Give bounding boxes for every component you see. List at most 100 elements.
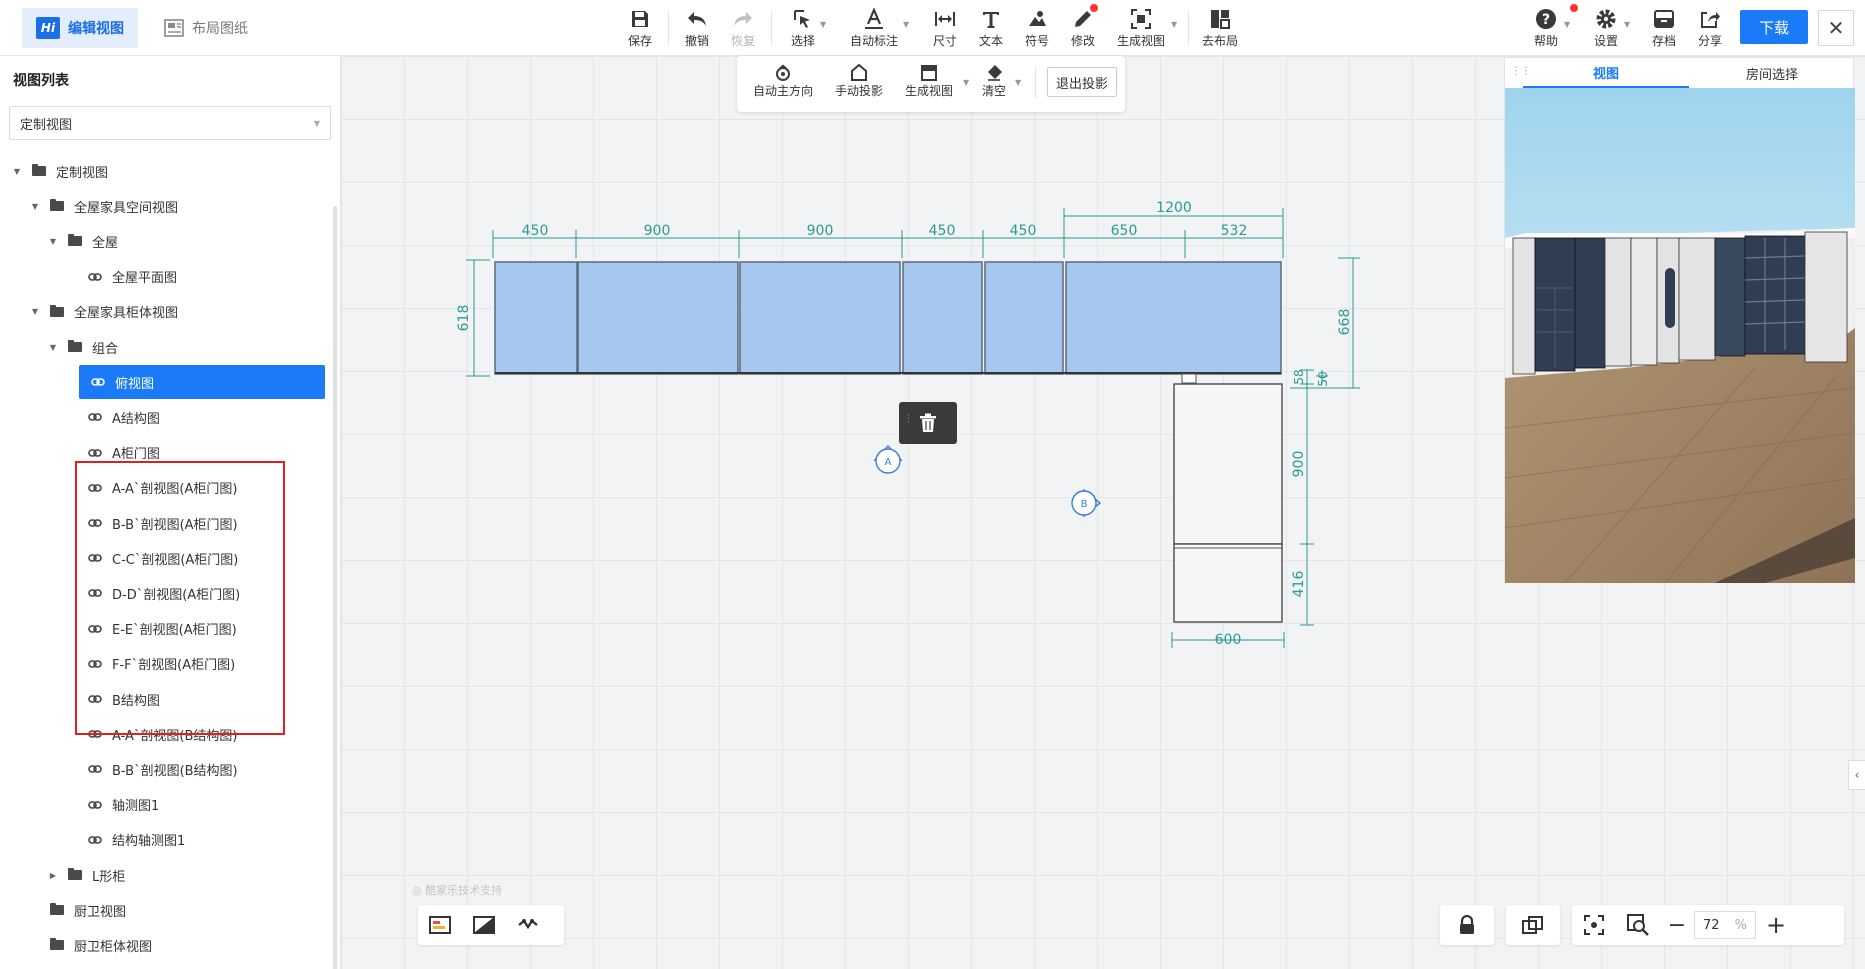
dim-label[interactable]: 450 <box>929 223 956 239</box>
snap-toggle-button[interactable] <box>506 905 550 945</box>
auto-direction-label: 自动主方向 <box>753 84 814 98</box>
caret-down-icon[interactable]: ▼ <box>30 202 40 211</box>
trash-icon[interactable] <box>919 413 937 433</box>
tab-view[interactable]: 视图 <box>1523 58 1689 88</box>
tree-view-item[interactable]: 俯视图 <box>79 365 325 400</box>
auto-direction-icon <box>776 64 790 81</box>
collapse-panel-button[interactable]: ‹ <box>1848 760 1865 790</box>
zoom-group: − 72 % + <box>1572 905 1844 945</box>
zoom-input[interactable]: 72 % <box>1694 911 1756 939</box>
tab-room-select[interactable]: 房间选择 <box>1689 58 1855 88</box>
caret-down-icon[interactable]: ▼ <box>12 167 22 176</box>
scrollbar[interactable] <box>333 206 337 969</box>
lock-icon <box>1460 915 1474 934</box>
caret-down-icon[interactable]: ▼ <box>48 237 58 246</box>
caret-down-icon[interactable]: ▼ <box>30 307 40 316</box>
tree-folder-item[interactable]: ▼ 全屋家具柜体视图 <box>30 297 178 327</box>
preview-tabs: 视图 房间选择 <box>1505 58 1855 88</box>
drag-handle-icon[interactable]: ⋮ <box>904 414 913 424</box>
tree-item-label: A结构图 <box>112 411 160 427</box>
tree-folder-item[interactable]: ▶ L形柜 <box>48 860 125 890</box>
view-list-panel: 视图列表 定制视图 ▼ ▼ 定制视图 ▼ 全屋家具空间视图 ▼ 全屋 全屋平面图 ▼ 全屋家具柜… <box>0 56 341 969</box>
dim-label[interactable]: 416 <box>1291 571 1307 598</box>
tree-folder-item[interactable]: ▼ 全屋家具空间视图 <box>30 191 178 221</box>
exit-projection-button[interactable]: 退出投影 <box>1047 67 1118 97</box>
zoom-window-button[interactable] <box>1616 905 1660 945</box>
tech-support-icon: ◎ <box>412 884 426 897</box>
fill-toggle-button[interactable] <box>462 905 506 945</box>
fit-view-button[interactable] <box>1572 905 1616 945</box>
tree-item-label: 定制视图 <box>56 165 109 181</box>
tree-view-item[interactable]: 结构轴测图1 <box>88 825 185 855</box>
select-value: 定制视图 <box>20 117 73 133</box>
tree-folder-item[interactable]: 厨卫柜体视图 <box>30 930 152 960</box>
lock-button[interactable] <box>1440 905 1494 945</box>
section-marker-b[interactable]: B <box>1071 488 1102 518</box>
dim-label[interactable]: 450 <box>522 223 549 239</box>
view-type-select[interactable]: 定制视图 ▼ <box>9 106 331 140</box>
chevron-down-icon[interactable]: ▼ <box>963 78 969 87</box>
tree-folder-item[interactable]: ▼ 定制视图 <box>12 156 108 186</box>
tree-view-item[interactable]: 轴测图1 <box>88 790 159 820</box>
dim-label[interactable]: 668 <box>1337 309 1353 336</box>
fit-view-icon <box>1584 915 1604 935</box>
tree-item-label: 厨卫视图 <box>74 904 127 920</box>
link-icon <box>88 448 102 458</box>
manual-projection-icon <box>851 64 867 81</box>
lock-group <box>1440 905 1494 945</box>
folder-icon <box>32 164 46 176</box>
3d-room-render[interactable] <box>1505 88 1855 583</box>
dim-label[interactable]: 600 <box>1215 632 1242 648</box>
dim-label[interactable]: 1200 <box>1156 200 1192 216</box>
tree-folder-item[interactable]: ▼ 全屋 <box>48 226 118 256</box>
tree-item-label: 俯视图 <box>115 376 155 392</box>
watermark: ◎ 酷家乐技术支持 <box>412 882 502 898</box>
dim-label[interactable]: 58 <box>1292 369 1306 384</box>
clear-button[interactable]: 清空 <box>982 64 1006 99</box>
folder-icon <box>68 234 82 247</box>
tree-item-label: 全屋 <box>92 235 119 251</box>
clear-label: 清空 <box>982 84 1007 98</box>
snap-icon <box>518 919 538 930</box>
zoom-window-icon <box>1627 914 1649 936</box>
dim-label[interactable]: 618 <box>456 305 472 332</box>
toolbar-divider <box>1035 68 1036 98</box>
zoom-out-button[interactable]: − <box>1660 905 1694 945</box>
tree-view-item[interactable]: B-B`剖视图(B结构图) <box>88 754 238 784</box>
tall-cabinet[interactable] <box>1173 373 1283 623</box>
dim-label[interactable]: 900 <box>807 223 834 239</box>
caret-right-icon[interactable]: ▶ <box>48 871 58 880</box>
tree-item-label: 组合 <box>92 341 119 357</box>
tree-view-item[interactable]: 全屋平面图 <box>88 262 177 292</box>
generate-view-sub-button[interactable]: 生成视图 <box>905 64 953 99</box>
dim-label[interactable]: 532 <box>1221 223 1248 239</box>
dim-label[interactable]: 450 <box>1010 223 1037 239</box>
manual-projection-label: 手动投影 <box>835 84 884 98</box>
folder-icon <box>50 903 64 916</box>
section-marker-a[interactable]: A <box>873 444 903 474</box>
dim-label[interactable]: 900 <box>644 223 671 239</box>
dim-label[interactable]: 50 <box>1316 371 1330 386</box>
auto-direction-button[interactable]: 自动主方向 <box>753 64 813 99</box>
caret-down-icon[interactable]: ▼ <box>48 343 58 352</box>
tree-item-label: 轴测图1 <box>112 799 160 815</box>
dim-label[interactable]: 650 <box>1111 223 1138 239</box>
zoom-unit: % <box>1734 917 1747 933</box>
tree-view-item[interactable]: A结构图 <box>88 402 160 432</box>
link-icon <box>88 800 102 810</box>
tree-item-label: B-B`剖视图(B结构图) <box>112 763 238 779</box>
tree-folder-item[interactable]: ▼ 组合 <box>48 332 118 362</box>
zoom-in-button[interactable]: + <box>1756 905 1796 945</box>
chevron-down-icon: ▼ <box>313 118 320 128</box>
bottom-left-tools <box>418 905 564 945</box>
dim-label[interactable]: 900 <box>1291 451 1307 478</box>
panel-title: 视图列表 <box>13 73 69 89</box>
copy-view-button[interactable] <box>1506 905 1560 945</box>
zoom-value: 72 <box>1703 917 1720 933</box>
tree-folder-item[interactable]: 厨卫视图 <box>30 895 126 925</box>
folder-icon <box>50 938 64 951</box>
chevron-down-icon[interactable]: ▼ <box>1015 78 1021 87</box>
manual-projection-button[interactable]: 手动投影 <box>835 64 883 99</box>
layer-toggle-button[interactable] <box>418 905 462 945</box>
upper-cabinet-row[interactable] <box>494 261 1282 375</box>
